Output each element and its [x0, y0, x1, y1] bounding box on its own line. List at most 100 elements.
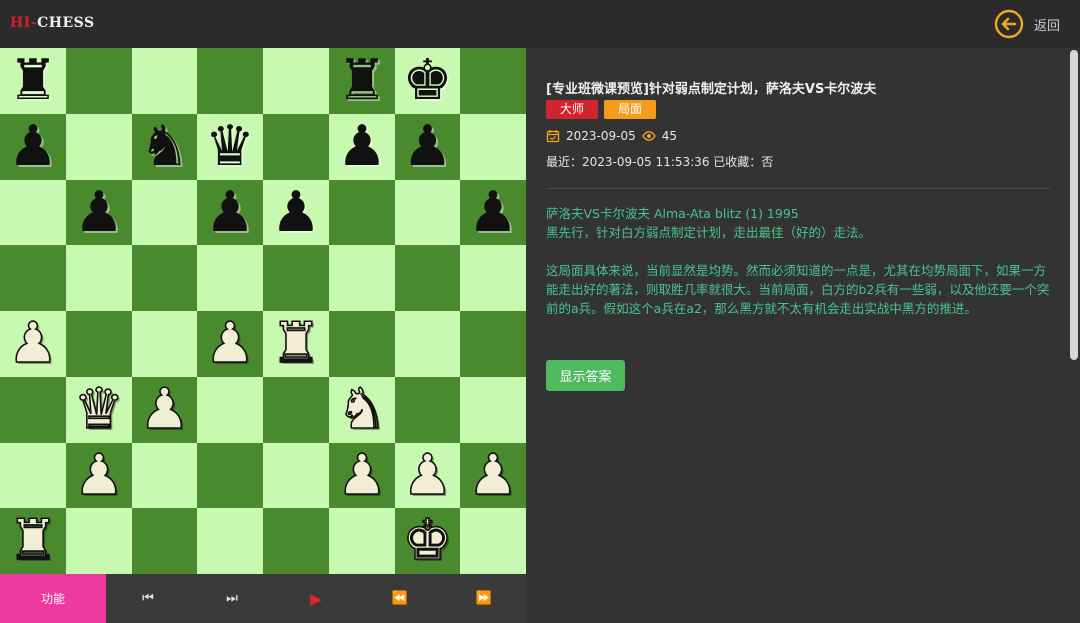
white-piece[interactable]: ♟: [402, 446, 454, 504]
white-piece[interactable]: ♛: [73, 381, 125, 439]
board-square[interactable]: [132, 245, 197, 311]
board-square[interactable]: [0, 180, 66, 245]
board-square[interactable]: [197, 377, 263, 443]
board-square[interactable]: [132, 508, 197, 574]
board-square[interactable]: [197, 48, 263, 114]
black-piece[interactable]: ♟: [468, 184, 518, 241]
board-square[interactable]: [66, 508, 132, 574]
board-square[interactable]: [0, 377, 66, 443]
white-piece[interactable]: ♟: [336, 446, 388, 504]
prev-move-button[interactable]: ⏪: [358, 574, 442, 623]
black-piece[interactable]: ♚: [402, 53, 452, 109]
board-square[interactable]: ♚: [395, 508, 460, 574]
board-square[interactable]: ♟: [263, 180, 329, 245]
board-square[interactable]: ♟: [460, 443, 526, 508]
white-piece[interactable]: ♜: [270, 315, 322, 373]
board-square[interactable]: ♜: [263, 311, 329, 377]
board-square[interactable]: ♟: [395, 114, 460, 180]
play-button[interactable]: ▶: [274, 574, 358, 623]
board-square[interactable]: [263, 508, 329, 574]
board-square[interactable]: [132, 48, 197, 114]
board-square[interactable]: ♟: [132, 377, 197, 443]
back-button[interactable]: 返回: [994, 9, 1060, 39]
white-piece[interactable]: ♟: [139, 381, 191, 439]
white-piece[interactable]: ♟: [204, 315, 256, 373]
next-move-button[interactable]: ⏩: [442, 574, 526, 623]
board-square[interactable]: [460, 114, 526, 180]
board-square[interactable]: [395, 180, 460, 245]
white-piece[interactable]: ♟: [467, 446, 519, 504]
board-square[interactable]: ♟: [66, 180, 132, 245]
panel-scrollbar[interactable]: [1070, 50, 1078, 360]
board-square[interactable]: ♟: [66, 443, 132, 508]
black-piece[interactable]: ♟: [8, 119, 58, 175]
white-piece[interactable]: ♟: [73, 446, 125, 504]
black-piece[interactable]: ♟: [402, 119, 452, 175]
board-square[interactable]: [329, 508, 395, 574]
board-square[interactable]: ♜: [0, 508, 66, 574]
black-piece[interactable]: ♟: [337, 119, 387, 175]
board-square[interactable]: [197, 443, 263, 508]
board-square[interactable]: [66, 245, 132, 311]
board-square[interactable]: [329, 245, 395, 311]
board-square[interactable]: [263, 114, 329, 180]
board-square[interactable]: [460, 377, 526, 443]
black-piece[interactable]: ♟: [74, 184, 124, 241]
board-square[interactable]: ♛: [197, 114, 263, 180]
board-square[interactable]: [263, 377, 329, 443]
board-square[interactable]: [66, 311, 132, 377]
board-square[interactable]: [197, 508, 263, 574]
first-move-button[interactable]: ⏮: [106, 574, 190, 623]
black-piece[interactable]: ♜: [8, 53, 58, 109]
white-piece[interactable]: ♚: [402, 512, 454, 570]
board-square[interactable]: [197, 245, 263, 311]
white-piece[interactable]: ♞: [336, 381, 388, 439]
board-square[interactable]: [66, 48, 132, 114]
board-square[interactable]: ♟: [0, 114, 66, 180]
board-square[interactable]: ♜: [0, 48, 66, 114]
board-square[interactable]: [263, 443, 329, 508]
white-piece[interactable]: ♜: [7, 512, 59, 570]
board-square[interactable]: ♟: [329, 114, 395, 180]
board-square[interactable]: [132, 311, 197, 377]
black-piece[interactable]: ♜: [337, 53, 387, 109]
board-square[interactable]: ♟: [0, 311, 66, 377]
board-square[interactable]: ♟: [395, 443, 460, 508]
app-logo[interactable]: HI-CHESS: [10, 15, 95, 31]
chess-board[interactable]: ♜ ♜ ♚ ♟ ♞ ♛ ♟ ♟ ♟ ♟ ♟ ♟ ♟ ♟ ♜ ♛ ♟ ♞ ♟ ♟ ♟ ♟ ♜ ♚: [0, 48, 526, 574]
board-square[interactable]: [132, 180, 197, 245]
black-piece[interactable]: ♛: [205, 119, 255, 175]
board-square[interactable]: [263, 48, 329, 114]
board-square[interactable]: ♛: [66, 377, 132, 443]
black-piece[interactable]: ♟: [205, 184, 255, 241]
board-square[interactable]: ♟: [197, 180, 263, 245]
board-square[interactable]: [329, 311, 395, 377]
board-square[interactable]: [460, 508, 526, 574]
function-button[interactable]: 功能: [0, 574, 106, 623]
board-square[interactable]: ♟: [197, 311, 263, 377]
black-piece[interactable]: ♞: [139, 119, 189, 175]
board-square[interactable]: ♞: [329, 377, 395, 443]
board-square[interactable]: [460, 48, 526, 114]
board-square[interactable]: [395, 377, 460, 443]
show-answer-button[interactable]: 显示答案: [546, 360, 625, 391]
board-square[interactable]: ♟: [460, 180, 526, 245]
board-square[interactable]: ♞: [132, 114, 197, 180]
board-square[interactable]: [395, 311, 460, 377]
last-move-button[interactable]: ⏭: [190, 574, 274, 623]
board-square[interactable]: ♟: [329, 443, 395, 508]
board-square[interactable]: ♚: [395, 48, 460, 114]
white-piece[interactable]: ♟: [7, 315, 59, 373]
board-square[interactable]: [66, 114, 132, 180]
board-square[interactable]: [0, 245, 66, 311]
board-square[interactable]: [395, 245, 460, 311]
board-square[interactable]: [132, 443, 197, 508]
black-piece[interactable]: ♟: [271, 184, 321, 241]
board-square[interactable]: [329, 180, 395, 245]
board-square[interactable]: [0, 443, 66, 508]
board-square[interactable]: [460, 245, 526, 311]
board-square[interactable]: ♜: [329, 48, 395, 114]
board-square[interactable]: [263, 245, 329, 311]
board-square[interactable]: [460, 311, 526, 377]
publish-date: 2023-09-05: [566, 129, 636, 143]
